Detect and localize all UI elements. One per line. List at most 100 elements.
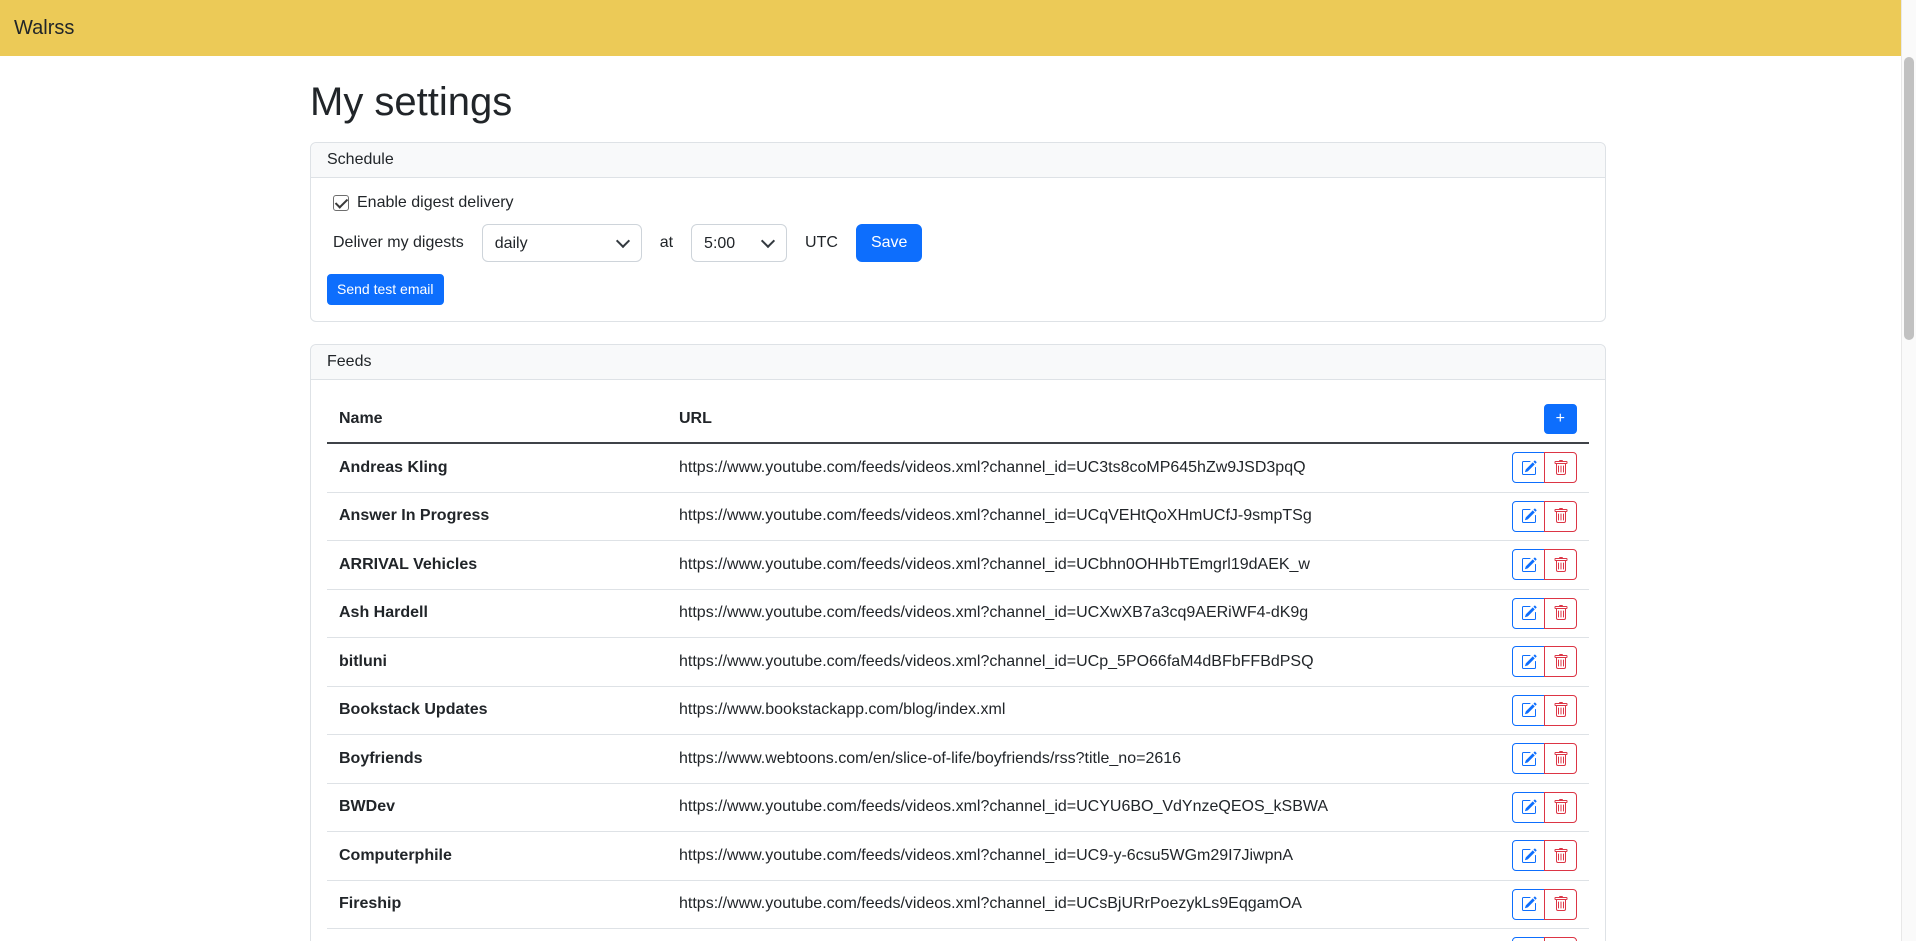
feed-url: https://www.webtoons.com/en/slice-of-lif… — [667, 735, 1493, 784]
schedule-card: Schedule Enable digest delivery Deliver … — [310, 142, 1606, 322]
column-header-url: URL — [667, 396, 1493, 443]
feed-actions — [1512, 889, 1577, 920]
trash-icon — [1553, 848, 1569, 864]
schedule-card-header: Schedule — [311, 143, 1605, 178]
schedule-form-row: Deliver my digests daily at 5:00 UTC Sav… — [333, 224, 1589, 262]
edit-feed-button[interactable] — [1512, 452, 1545, 483]
add-feed-button[interactable]: + — [1544, 404, 1577, 434]
feeds-table-header-row: Name URL + — [327, 396, 1589, 443]
feed-row: Fireship https://www.youtube.com/feeds/v… — [327, 880, 1589, 929]
edit-feed-button[interactable] — [1512, 646, 1545, 677]
feed-url: https://www.youtube.com/feeds/videos.xml… — [667, 783, 1493, 832]
schedule-card-body: Enable digest delivery Deliver my digest… — [311, 178, 1605, 321]
feed-url: https://www.youtube.com/feeds/videos.xml… — [667, 880, 1493, 929]
trash-icon — [1553, 654, 1569, 670]
feed-name: Boyfriends — [327, 735, 667, 784]
delete-feed-button[interactable] — [1544, 598, 1577, 629]
feeds-card-body: Name URL + Andreas Kling https://www.you… — [311, 380, 1605, 941]
feed-actions — [1512, 646, 1577, 677]
feed-actions — [1512, 452, 1577, 483]
trash-icon — [1553, 896, 1569, 912]
enable-digest-label[interactable]: Enable digest delivery — [357, 194, 514, 212]
delete-feed-button[interactable] — [1544, 889, 1577, 920]
feed-name: BWDev — [327, 783, 667, 832]
edit-feed-button[interactable] — [1512, 598, 1545, 629]
deliver-label: Deliver my digests — [333, 234, 464, 252]
delete-feed-button[interactable] — [1544, 743, 1577, 774]
feeds-card: Feeds Name URL + Andreas Kling https://w… — [310, 344, 1606, 941]
delete-feed-button[interactable] — [1544, 646, 1577, 677]
edit-feed-button[interactable] — [1512, 889, 1545, 920]
delete-feed-button[interactable] — [1544, 695, 1577, 726]
feed-actions — [1512, 598, 1577, 629]
feed-url: https://www.youtube.com/feeds/videos.xml… — [667, 638, 1493, 687]
pencil-square-icon — [1521, 751, 1537, 767]
pencil-square-icon — [1521, 702, 1537, 718]
feed-row: Ash Hardell https://www.youtube.com/feed… — [327, 589, 1589, 638]
feed-actions — [1512, 937, 1577, 941]
delete-feed-button[interactable] — [1544, 792, 1577, 823]
feed-url: https://www.youtube.com/feeds/videos.xml… — [667, 589, 1493, 638]
feed-row: Boyfriends https://www.webtoons.com/en/s… — [327, 735, 1589, 784]
feed-row: Computerphile https://www.youtube.com/fe… — [327, 832, 1589, 881]
feed-name: Answer In Progress — [327, 492, 667, 541]
delete-feed-button[interactable] — [1544, 549, 1577, 580]
frequency-select[interactable]: daily — [482, 224, 642, 262]
feed-name: Ash Hardell — [327, 589, 667, 638]
trash-icon — [1553, 751, 1569, 767]
time-select-wrap: 5:00 — [691, 224, 787, 262]
feed-row: Go Time https://changelog.com/gotime/fee… — [327, 929, 1589, 941]
pencil-square-icon — [1521, 557, 1537, 573]
navbar: Walrss — [0, 0, 1916, 56]
delete-feed-button[interactable] — [1544, 452, 1577, 483]
save-button[interactable]: Save — [856, 224, 922, 262]
feed-url: https://www.bookstackapp.com/blog/index.… — [667, 686, 1493, 735]
time-select[interactable]: 5:00 — [691, 224, 787, 262]
feed-actions — [1512, 501, 1577, 532]
edit-feed-button[interactable] — [1512, 743, 1545, 774]
delete-feed-button[interactable] — [1544, 501, 1577, 532]
edit-feed-button[interactable] — [1512, 695, 1545, 726]
feeds-table: Name URL + Andreas Kling https://www.you… — [327, 396, 1589, 941]
edit-feed-button[interactable] — [1512, 549, 1545, 580]
vertical-scrollbar-track[interactable] — [1901, 0, 1916, 941]
page-title: My settings — [310, 78, 1606, 126]
vertical-scrollbar-thumb[interactable] — [1904, 57, 1914, 340]
feeds-table-body: Andreas Kling https://www.youtube.com/fe… — [327, 443, 1589, 941]
trash-icon — [1553, 508, 1569, 524]
pencil-square-icon — [1521, 848, 1537, 864]
edit-feed-button[interactable] — [1512, 840, 1545, 871]
trash-icon — [1553, 557, 1569, 573]
pencil-square-icon — [1521, 799, 1537, 815]
feed-name: Andreas Kling — [327, 443, 667, 492]
feed-name: bitluni — [327, 638, 667, 687]
delete-feed-button[interactable] — [1544, 937, 1577, 941]
enable-digest-checkbox[interactable] — [333, 195, 349, 211]
feed-url: https://www.youtube.com/feeds/videos.xml… — [667, 492, 1493, 541]
feed-url: https://www.youtube.com/feeds/videos.xml… — [667, 832, 1493, 881]
feed-row: BWDev https://www.youtube.com/feeds/vide… — [327, 783, 1589, 832]
edit-feed-button[interactable] — [1512, 792, 1545, 823]
send-test-email-button[interactable]: Send test email — [327, 274, 444, 305]
feed-url: https://changelog.com/gotime/feed — [667, 929, 1493, 941]
pencil-square-icon — [1521, 605, 1537, 621]
timezone-label: UTC — [805, 234, 838, 252]
column-header-name: Name — [327, 396, 667, 443]
feed-actions — [1512, 743, 1577, 774]
feed-name: ARRIVAL Vehicles — [327, 541, 667, 590]
pencil-square-icon — [1521, 508, 1537, 524]
feed-url: https://www.youtube.com/feeds/videos.xml… — [667, 541, 1493, 590]
pencil-square-icon — [1521, 460, 1537, 476]
feed-name: Fireship — [327, 880, 667, 929]
brand-link[interactable]: Walrss — [14, 17, 74, 40]
frequency-select-wrap: daily — [482, 224, 642, 262]
feed-row: ARRIVAL Vehicles https://www.youtube.com… — [327, 541, 1589, 590]
at-label: at — [660, 234, 673, 252]
feed-row: Answer In Progress https://www.youtube.c… — [327, 492, 1589, 541]
feed-url: https://www.youtube.com/feeds/videos.xml… — [667, 443, 1493, 492]
edit-feed-button[interactable] — [1512, 501, 1545, 532]
feed-name: Go Time — [327, 929, 667, 941]
delete-feed-button[interactable] — [1544, 840, 1577, 871]
trash-icon — [1553, 702, 1569, 718]
edit-feed-button[interactable] — [1512, 937, 1545, 941]
